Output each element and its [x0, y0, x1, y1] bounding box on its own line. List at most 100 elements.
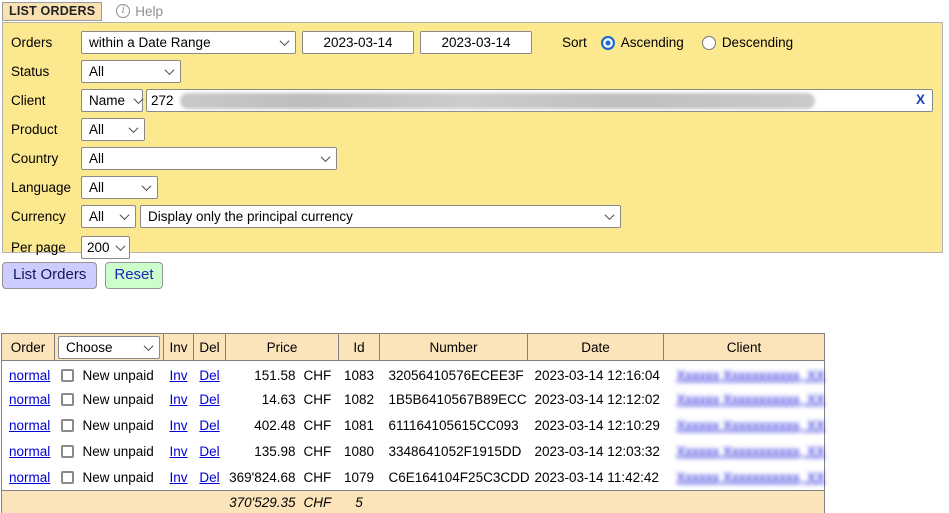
table-row: normal New unpaid Inv Del 135.98 CHF 108…	[2, 439, 825, 465]
orders-range-select[interactable]: within a Date Range	[81, 31, 296, 54]
price-amount: 151.58	[226, 368, 296, 383]
invoice-link[interactable]: Inv	[169, 444, 187, 459]
client-link[interactable]: Xxxxxx Xxxxxxxxxxx, XX	[677, 470, 826, 485]
delivery-link[interactable]: Del	[199, 470, 219, 485]
chevron-down-icon	[165, 65, 175, 75]
per-page-row: Per page 200	[3, 233, 942, 262]
table-row: normal New unpaid Inv Del 14.63 CHF 1082…	[2, 387, 825, 413]
top-bar: LIST ORDERS i Help	[0, 0, 949, 22]
header-id: Id	[339, 334, 380, 361]
invoice-link[interactable]: Inv	[169, 418, 187, 433]
client-link[interactable]: Xxxxxx Xxxxxxxxxxx, XX	[677, 418, 826, 433]
client-search-box: X	[146, 89, 933, 112]
chevron-down-icon	[129, 123, 139, 133]
per-page-value: 200	[87, 240, 110, 255]
invoice-link[interactable]: Inv	[169, 368, 187, 383]
orders-label: Orders	[11, 35, 81, 50]
help-link[interactable]: i Help	[116, 4, 163, 19]
orders-range-value: within a Date Range	[89, 35, 211, 50]
table-row: normal New unpaid Inv Del 151.58 CHF 108…	[2, 361, 825, 387]
header-del: Del	[194, 334, 226, 361]
language-select[interactable]: All	[81, 176, 158, 199]
form-actions: List Orders Reset	[2, 262, 949, 289]
chevron-down-icon	[134, 94, 144, 104]
chevron-down-icon	[280, 36, 290, 46]
price-cell: 369'824.68 CHF	[226, 470, 339, 485]
order-type-link[interactable]: normal	[9, 470, 50, 485]
row-checkbox[interactable]	[61, 369, 74, 382]
clear-client-button[interactable]: X	[916, 92, 925, 107]
client-link[interactable]: Xxxxxx Xxxxxxxxxxx, XX	[677, 392, 826, 407]
price-currency: CHF	[304, 392, 332, 407]
currency-value: All	[89, 209, 104, 224]
header-client: Client	[664, 334, 825, 361]
chevron-down-icon	[120, 210, 130, 220]
delivery-link[interactable]: Del	[199, 392, 219, 407]
chevron-down-icon	[116, 241, 126, 251]
order-id: 1083	[339, 361, 380, 387]
status-value: All	[89, 64, 104, 79]
delivery-link[interactable]: Del	[199, 418, 219, 433]
currency-display-value: Display only the principal currency	[148, 209, 353, 224]
sort-ascending-radio[interactable]	[601, 36, 615, 50]
price-amount: 402.48	[226, 418, 296, 433]
list-orders-button[interactable]: List Orders	[2, 262, 97, 289]
per-page-select[interactable]: 200	[81, 236, 130, 259]
order-number: 3348641052F1915DD	[380, 439, 528, 465]
order-number: 32056410576ECEE3F	[380, 361, 528, 387]
row-checkbox[interactable]	[61, 471, 74, 484]
order-type-link[interactable]: normal	[9, 418, 50, 433]
sort-descending-label: Descending	[722, 35, 793, 50]
currency-row: Currency All Display only the principal …	[3, 202, 942, 231]
order-type-link[interactable]: normal	[9, 444, 50, 459]
product-select[interactable]: All	[81, 118, 145, 141]
bulk-action-value: Choose	[66, 340, 113, 355]
total-price: 370'529.35 CHF	[226, 495, 339, 510]
order-date: 2023-03-14 12:03:32	[528, 439, 664, 465]
table-row: normal New unpaid Inv Del 402.48 CHF 108…	[2, 413, 825, 439]
order-id: 1081	[339, 413, 380, 439]
date-from-input[interactable]	[302, 31, 414, 54]
chevron-down-icon	[142, 181, 152, 191]
order-id: 1080	[339, 439, 380, 465]
order-status-label: New unpaid	[83, 368, 154, 383]
client-search-by-select[interactable]: Name	[81, 89, 143, 112]
product-row: Product All	[3, 115, 942, 144]
delivery-link[interactable]: Del	[199, 444, 219, 459]
per-page-label: Per page	[11, 240, 81, 255]
client-link[interactable]: Xxxxxx Xxxxxxxxxxx, XX	[677, 444, 826, 459]
delivery-link[interactable]: Del	[199, 368, 219, 383]
totals-row: 370'529.35 CHF 5	[2, 491, 825, 513]
client-link[interactable]: Xxxxxx Xxxxxxxxxxx, XX	[677, 368, 826, 383]
page-title: LIST ORDERS	[2, 2, 102, 21]
order-number: C6E164104F25C3CDD	[380, 465, 528, 491]
invoice-link[interactable]: Inv	[169, 470, 187, 485]
price-currency: CHF	[304, 418, 332, 433]
header-number: Number	[380, 334, 528, 361]
invoice-link[interactable]: Inv	[169, 392, 187, 407]
order-type-link[interactable]: normal	[9, 392, 50, 407]
price-amount: 135.98	[226, 444, 296, 459]
filter-panel: Orders within a Date Range Sort Ascendin…	[2, 22, 943, 253]
bulk-action-select[interactable]: Choose	[58, 336, 160, 359]
country-value: All	[89, 151, 104, 166]
currency-display-select[interactable]: Display only the principal currency	[140, 205, 621, 228]
order-type-link[interactable]: normal	[9, 368, 50, 383]
redacted-client-text	[180, 93, 815, 109]
client-search-by-value: Name	[89, 93, 125, 108]
date-to-input[interactable]	[420, 31, 532, 54]
reset-button[interactable]: Reset	[105, 262, 162, 289]
currency-select[interactable]: All	[81, 205, 136, 228]
sort-descending-radio[interactable]	[702, 36, 716, 50]
price-currency: CHF	[304, 470, 332, 485]
row-checkbox[interactable]	[61, 445, 74, 458]
row-checkbox[interactable]	[61, 419, 74, 432]
price-currency: CHF	[304, 368, 332, 383]
country-row: Country All	[3, 144, 942, 173]
info-icon: i	[116, 4, 130, 18]
header-order: Order	[2, 334, 55, 361]
row-checkbox[interactable]	[61, 393, 74, 406]
price-amount: 369'824.68	[226, 470, 296, 485]
status-select[interactable]: All	[81, 60, 181, 83]
country-select[interactable]: All	[81, 147, 337, 170]
